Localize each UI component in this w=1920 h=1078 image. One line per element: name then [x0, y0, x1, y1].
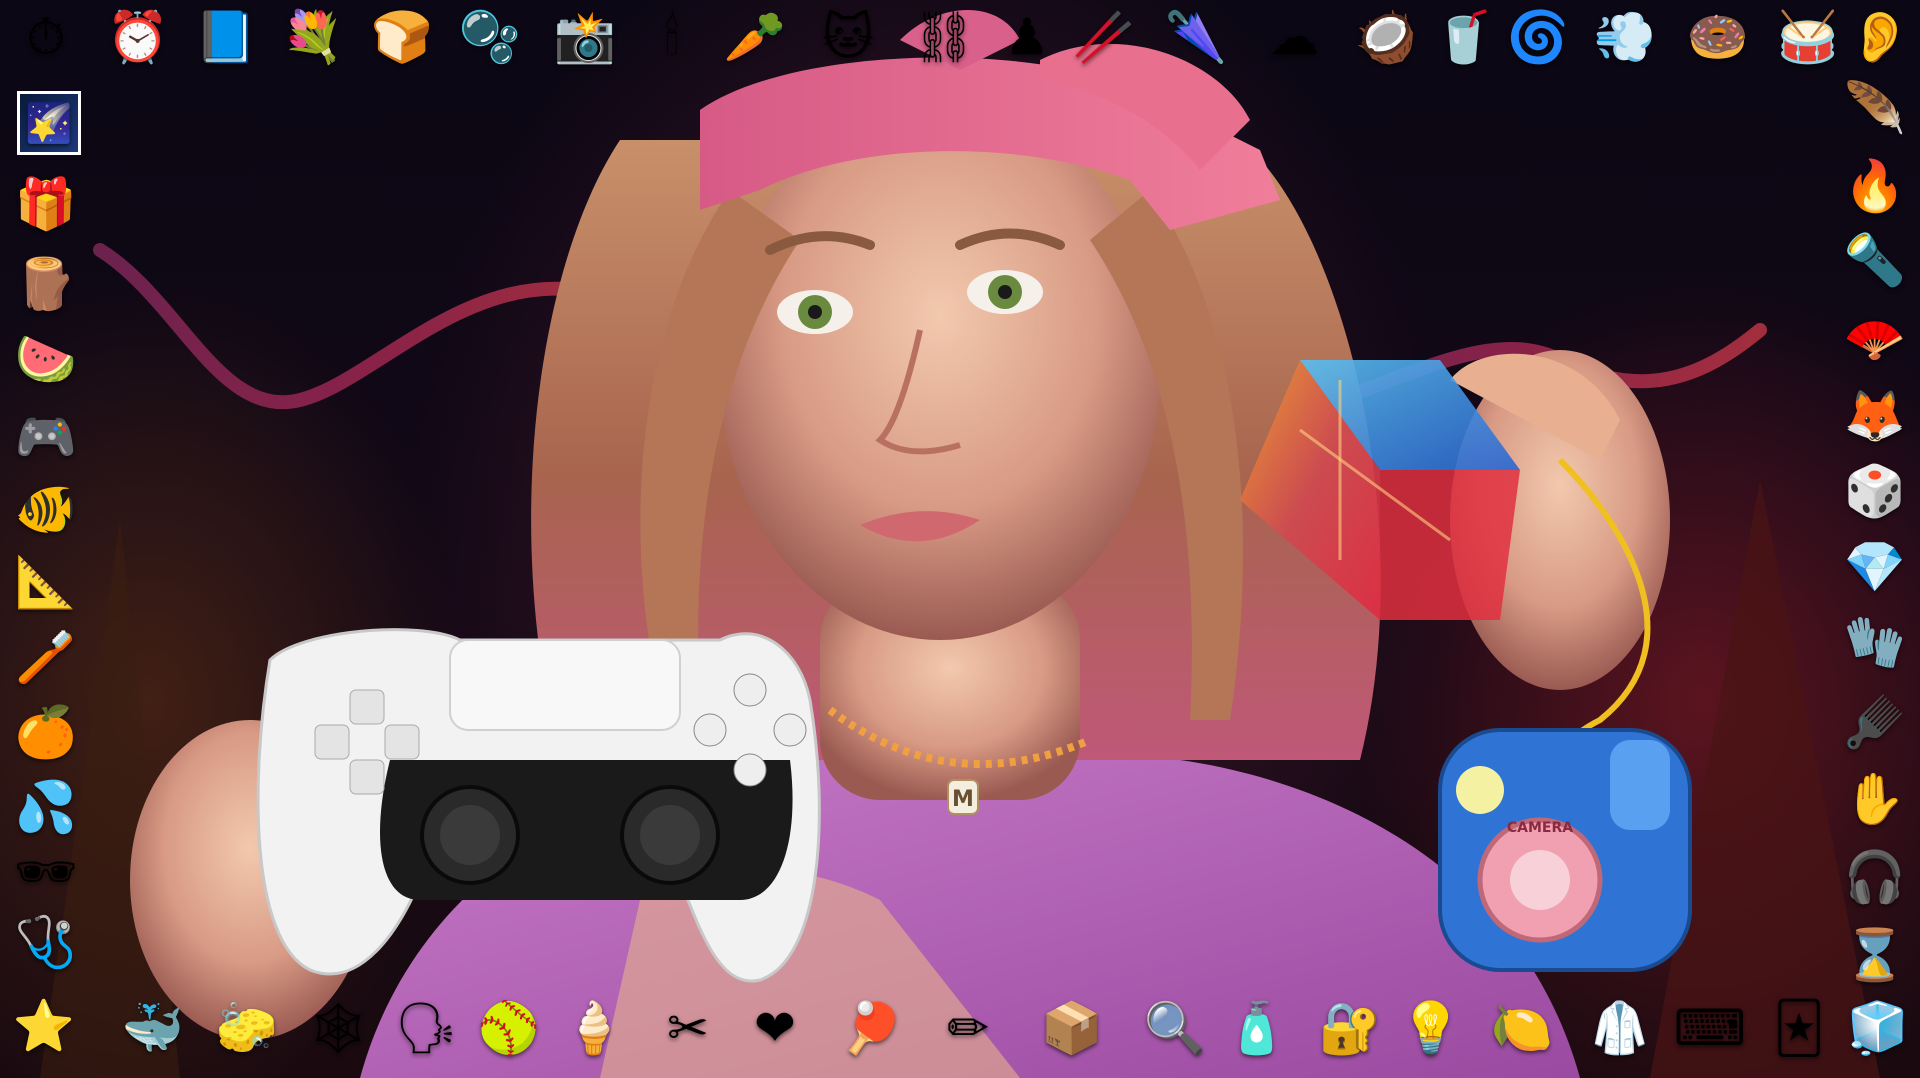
tangerine-icon[interactable]: 🍊: [14, 700, 78, 764]
dashing-away-icon[interactable]: 💨: [1593, 5, 1657, 69]
cloud-icon[interactable]: ☁: [1262, 5, 1326, 69]
chains-icon[interactable]: ⛓: [912, 5, 976, 69]
tropical-fish-icon[interactable]: 🐠: [14, 477, 78, 541]
flashlight-icon[interactable]: 🔦: [1843, 228, 1907, 292]
alarm-clock-icon[interactable]: ⏰: [106, 5, 170, 69]
light-bulb-icon[interactable]: 💡: [1399, 996, 1463, 1060]
pendant-letter: M: [952, 787, 974, 812]
scissors-icon[interactable]: ✂: [656, 996, 720, 1060]
gloves-icon[interactable]: 🧤: [1843, 610, 1907, 674]
lemon-icon[interactable]: 🍋: [1490, 996, 1554, 1060]
fox-icon[interactable]: 🦊: [1843, 384, 1907, 448]
ice-icon[interactable]: 🧊: [1846, 996, 1910, 1060]
carrot-icon[interactable]: 🥕: [723, 5, 787, 69]
soft-ice-cream-icon[interactable]: 🍦: [562, 996, 626, 1060]
triangular-ruler-icon[interactable]: 📐: [14, 550, 78, 614]
speaking-head-icon[interactable]: 🗣: [394, 996, 458, 1060]
keyboard-icon[interactable]: ⌨: [1674, 996, 1746, 1060]
toothbrush-icon[interactable]: 🪥: [14, 625, 78, 689]
stopwatch-icon[interactable]: ⏱: [14, 5, 78, 69]
pencil-icon[interactable]: ✏: [936, 996, 1000, 1060]
chess-pawn-icon[interactable]: ♟: [995, 5, 1059, 69]
blue-book-icon[interactable]: 📘: [194, 5, 258, 69]
shooting-star-icon[interactable]: 🌠: [17, 91, 81, 155]
game-die-icon[interactable]: 🎲: [1843, 459, 1907, 523]
raised-hand-icon[interactable]: ✋: [1843, 767, 1907, 831]
red-heart-icon[interactable]: ❤: [743, 996, 807, 1060]
magnifying-glass-icon[interactable]: 🔍: [1143, 996, 1207, 1060]
bubbles-icon[interactable]: 🫧: [458, 5, 522, 69]
folding-fan-icon[interactable]: 🪭: [1843, 307, 1907, 371]
lab-coat-icon[interactable]: 🥼: [1588, 996, 1652, 1060]
spider-web-icon[interactable]: 🕸: [306, 996, 370, 1060]
candle-icon[interactable]: 🕯: [640, 5, 704, 69]
watermelon-icon[interactable]: 🍉: [14, 327, 78, 391]
gift-icon[interactable]: 🎁: [14, 172, 78, 236]
softball-icon[interactable]: 🥎: [477, 996, 541, 1060]
scene-photo: M CAMERA: [40, 10, 1880, 1078]
joker-icon[interactable]: 🃏: [1767, 996, 1831, 1060]
doughnut-icon[interactable]: 🍩: [1686, 5, 1750, 69]
whale-icon[interactable]: 🐳: [121, 996, 185, 1060]
toy-camera-label: CAMERA: [1507, 820, 1573, 836]
locked-with-key-icon[interactable]: 🔐: [1318, 996, 1382, 1060]
bread-icon[interactable]: 🍞: [370, 5, 434, 69]
lotion-bottle-icon[interactable]: 🧴: [1225, 996, 1289, 1060]
sponge-icon[interactable]: 🧽: [215, 996, 279, 1060]
ping-pong-icon[interactable]: 🏓: [840, 996, 904, 1060]
cat-face-icon[interactable]: 🐱: [816, 5, 880, 69]
coconut-icon[interactable]: 🥥: [1354, 5, 1418, 69]
camera-flash-icon[interactable]: 📸: [553, 5, 617, 69]
stethoscope-icon[interactable]: 🩺: [14, 910, 78, 974]
hourglass-icon[interactable]: ⌛: [1843, 923, 1907, 987]
ear-icon[interactable]: 👂: [1848, 5, 1912, 69]
drum-icon[interactable]: 🥁: [1776, 5, 1840, 69]
game-controller-icon[interactable]: 🎮: [14, 405, 78, 469]
sunglasses-icon[interactable]: 🕶: [14, 840, 78, 904]
hair-pick-icon[interactable]: 🪮: [1843, 690, 1907, 754]
chopsticks-icon[interactable]: 🥢: [1072, 5, 1136, 69]
feather-icon[interactable]: 🪶: [1843, 76, 1907, 140]
closed-umbrella-icon[interactable]: 🌂: [1164, 5, 1228, 69]
gem-stone-icon[interactable]: 💎: [1843, 535, 1907, 599]
bouquet-icon[interactable]: 💐: [281, 5, 345, 69]
fire-icon[interactable]: 🔥: [1843, 154, 1907, 218]
cup-with-straw-icon[interactable]: 🥤: [1432, 5, 1496, 69]
cyclone-icon[interactable]: 🌀: [1506, 5, 1570, 69]
sweat-droplets-icon[interactable]: 💦: [14, 775, 78, 839]
package-icon[interactable]: 📦: [1040, 996, 1104, 1060]
wood-icon[interactable]: 🪵: [14, 252, 78, 316]
headphones-icon[interactable]: 🎧: [1843, 845, 1907, 909]
toy-camera: CAMERA: [1438, 728, 1692, 972]
star-icon[interactable]: ⭐: [12, 994, 76, 1058]
thumbnail-stage: M CAMERA ⏱ ⏰ 📘 💐 🍞 🫧 📸 🕯 🥕 🐱 ⛓ ♟ 🥢 🌂 ☁ 🥥…: [0, 0, 1920, 1078]
